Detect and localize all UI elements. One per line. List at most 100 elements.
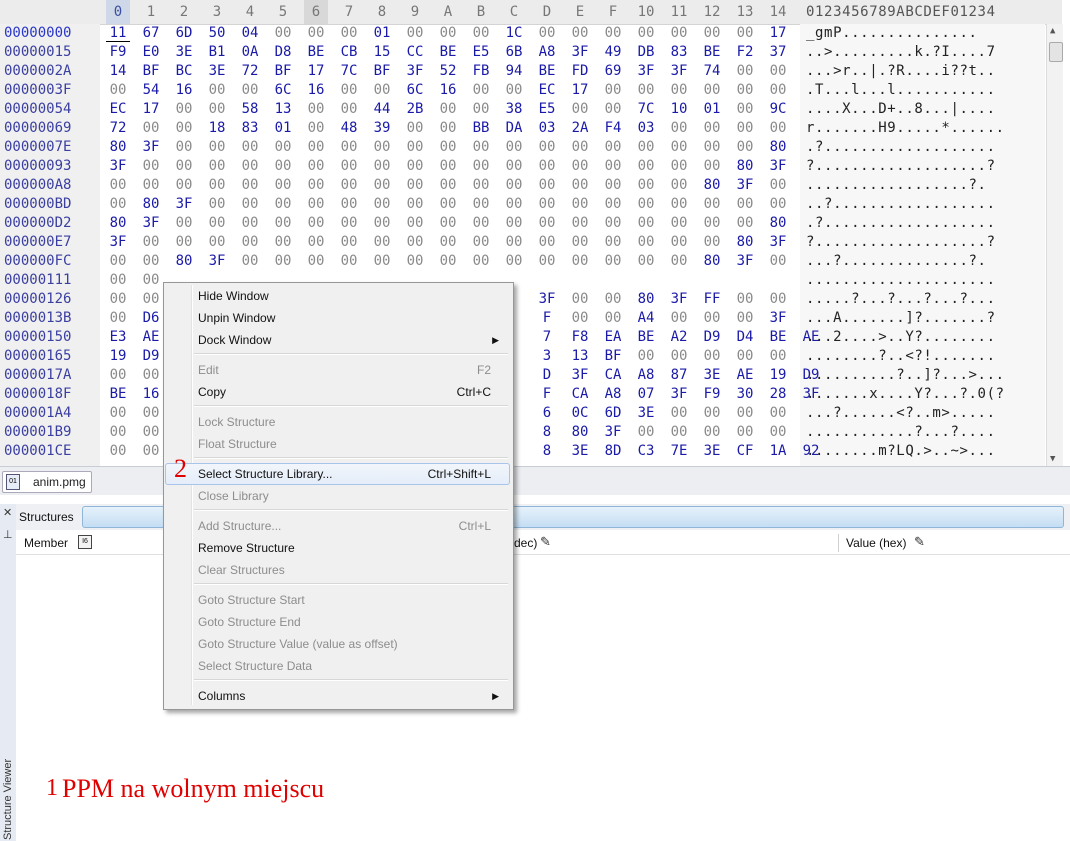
hex-byte[interactable]: 7C bbox=[337, 63, 361, 79]
hex-byte[interactable]: 00 bbox=[139, 253, 163, 269]
row-ascii[interactable]: .?................... bbox=[806, 215, 996, 231]
hex-byte[interactable]: 49 bbox=[601, 44, 625, 60]
hex-byte[interactable]: 00 bbox=[271, 158, 295, 174]
hex-byte[interactable]: 00 bbox=[205, 177, 229, 193]
hex-row[interactable]: 00000015 F9 E0 3E B1 0A D8 BE CB 15 CC BE E5 6B A8 3F 49… bbox=[0, 44, 1045, 63]
hex-byte[interactable]: 2B bbox=[403, 101, 427, 117]
hex-byte[interactable]: 00 bbox=[304, 177, 328, 193]
hex-byte[interactable]: 00 bbox=[337, 158, 361, 174]
hex-byte[interactable]: 00 bbox=[634, 348, 658, 364]
hex-byte[interactable]: 00 bbox=[568, 310, 592, 326]
hex-byte[interactable]: 00 bbox=[568, 158, 592, 174]
hex-row[interactable]: 000000A8 00 00 00 00 00 00 00 00 00 00 00 00 00 00 00 00… bbox=[0, 177, 1045, 196]
hex-byte[interactable]: 00 bbox=[700, 25, 724, 41]
hex-byte[interactable]: 00 bbox=[205, 234, 229, 250]
hex-byte[interactable]: 00 bbox=[568, 25, 592, 41]
hex-byte[interactable]: 00 bbox=[667, 424, 691, 440]
hex-byte[interactable]: 1C bbox=[502, 25, 526, 41]
hex-byte[interactable]: 00 bbox=[436, 25, 460, 41]
hex-byte[interactable]: 74 bbox=[700, 63, 724, 79]
hex-byte[interactable]: 00 bbox=[667, 25, 691, 41]
hex-byte[interactable]: 80 bbox=[106, 215, 130, 231]
hex-byte[interactable]: 00 bbox=[634, 82, 658, 98]
hex-byte[interactable]: 3F bbox=[139, 215, 163, 231]
hex-row[interactable]: 0000002A 14 BF BC 3E 72 BF 17 7C BF 3F 52 FB 94 BE FD 69… bbox=[0, 63, 1045, 82]
hex-byte[interactable]: 00 bbox=[271, 25, 295, 41]
hex-byte[interactable]: 00 bbox=[634, 215, 658, 231]
row-ascii[interactable]: ..>.........k.?I....7 bbox=[806, 44, 996, 60]
menu-item-dock-window[interactable]: Dock Window ▶ bbox=[166, 329, 509, 351]
hex-byte[interactable]: 00 bbox=[271, 139, 295, 155]
hex-byte[interactable]: 16 bbox=[139, 386, 163, 402]
hex-byte[interactable]: 00 bbox=[436, 234, 460, 250]
hex-byte[interactable]: CC bbox=[403, 44, 427, 60]
hex-byte[interactable]: EA bbox=[601, 329, 625, 345]
hex-byte[interactable]: EC bbox=[106, 101, 130, 117]
row-ascii[interactable]: .?................... bbox=[806, 139, 996, 155]
hex-byte[interactable]: FB bbox=[469, 63, 493, 79]
hex-byte[interactable]: 00 bbox=[271, 253, 295, 269]
hex-row[interactable]: 0000003F 00 54 16 00 00 6C 16 00 00 6C 16 00 00 EC 17 00… bbox=[0, 82, 1045, 101]
hex-byte[interactable]: CB bbox=[337, 44, 361, 60]
hex-byte[interactable]: 00 bbox=[403, 139, 427, 155]
pencil-icon[interactable]: ✎ bbox=[540, 534, 551, 550]
hex-byte[interactable]: 80 bbox=[172, 253, 196, 269]
hex-byte[interactable]: 00 bbox=[634, 253, 658, 269]
hex-byte[interactable]: 00 bbox=[337, 253, 361, 269]
hex-byte[interactable]: 00 bbox=[436, 253, 460, 269]
hex-byte[interactable]: 17 bbox=[568, 82, 592, 98]
hex-byte[interactable]: BE bbox=[700, 44, 724, 60]
hex-byte[interactable]: 3F bbox=[766, 158, 790, 174]
hex-byte[interactable]: 00 bbox=[733, 348, 757, 364]
hex-byte[interactable]: 00 bbox=[766, 63, 790, 79]
hex-byte[interactable]: E0 bbox=[139, 44, 163, 60]
hex-byte[interactable]: 2A bbox=[568, 120, 592, 136]
hex-byte[interactable]: 00 bbox=[403, 25, 427, 41]
hex-row[interactable]: 000000BD 00 80 3F 00 00 00 00 00 00 00 00 00 00 00 00 00… bbox=[0, 196, 1045, 215]
hex-byte[interactable]: 00 bbox=[304, 253, 328, 269]
hex-byte[interactable]: 10 bbox=[667, 101, 691, 117]
hex-byte[interactable]: 00 bbox=[766, 196, 790, 212]
hex-byte[interactable]: 00 bbox=[436, 120, 460, 136]
hex-byte[interactable]: 17 bbox=[139, 101, 163, 117]
hex-byte[interactable]: 30 bbox=[733, 386, 757, 402]
row-ascii[interactable]: .T...l...l........... bbox=[806, 82, 996, 98]
hex-byte[interactable]: 6D bbox=[172, 25, 196, 41]
hex-byte[interactable]: 00 bbox=[535, 234, 559, 250]
hex-byte[interactable]: 00 bbox=[304, 158, 328, 174]
hex-byte[interactable]: BF bbox=[601, 348, 625, 364]
hex-row[interactable]: 00000150 E3 AE 7 F8 EA BE A2 D9 D4 BE AE ...2....>..… bbox=[0, 329, 1045, 348]
hex-row[interactable]: 000001A4 00 00 6 0C 6D 3E 00 00 00 00 ...?......<?.… bbox=[0, 405, 1045, 424]
hex-byte[interactable]: 00 bbox=[733, 291, 757, 307]
hex-byte[interactable]: 00 bbox=[238, 139, 262, 155]
pencil-icon[interactable]: ✎ bbox=[914, 534, 925, 550]
hex-byte[interactable]: BE bbox=[436, 44, 460, 60]
hex-byte[interactable]: 00 bbox=[667, 234, 691, 250]
hex-byte[interactable]: 16 bbox=[304, 82, 328, 98]
hex-byte[interactable]: 00 bbox=[172, 215, 196, 231]
hex-byte[interactable]: 8 bbox=[535, 424, 559, 440]
hex-byte[interactable]: 48 bbox=[337, 120, 361, 136]
hex-byte[interactable]: 3F bbox=[766, 310, 790, 326]
hex-byte[interactable]: 00 bbox=[568, 139, 592, 155]
document-tab-anim[interactable]: 01 anim.pmg bbox=[2, 471, 92, 493]
hex-row[interactable]: 00000054 EC 17 00 00 58 13 00 00 44 2B 00 00 38 E5 00 00… bbox=[0, 101, 1045, 120]
hex-byte[interactable]: 00 bbox=[601, 158, 625, 174]
hex-byte[interactable]: 1A bbox=[766, 443, 790, 459]
row-ascii[interactable]: ..................?. bbox=[806, 177, 987, 193]
hex-byte[interactable]: AE bbox=[733, 367, 757, 383]
hex-byte[interactable]: FD bbox=[568, 63, 592, 79]
hex-byte[interactable]: C3 bbox=[634, 443, 658, 459]
hex-byte[interactable]: 17 bbox=[304, 63, 328, 79]
hex-byte[interactable]: BE bbox=[766, 329, 790, 345]
hex-byte[interactable]: 00 bbox=[700, 348, 724, 364]
hex-byte[interactable]: 00 bbox=[733, 25, 757, 41]
hex-byte[interactable]: 00 bbox=[667, 158, 691, 174]
hex-byte[interactable]: 00 bbox=[667, 177, 691, 193]
row-ascii[interactable]: ............?...?.... bbox=[806, 424, 996, 440]
hex-byte[interactable]: 7E bbox=[667, 443, 691, 459]
hex-byte[interactable]: DB bbox=[634, 44, 658, 60]
hex-byte[interactable]: F bbox=[535, 310, 559, 326]
hex-byte[interactable]: 00 bbox=[469, 215, 493, 231]
hex-byte[interactable]: 00 bbox=[139, 234, 163, 250]
